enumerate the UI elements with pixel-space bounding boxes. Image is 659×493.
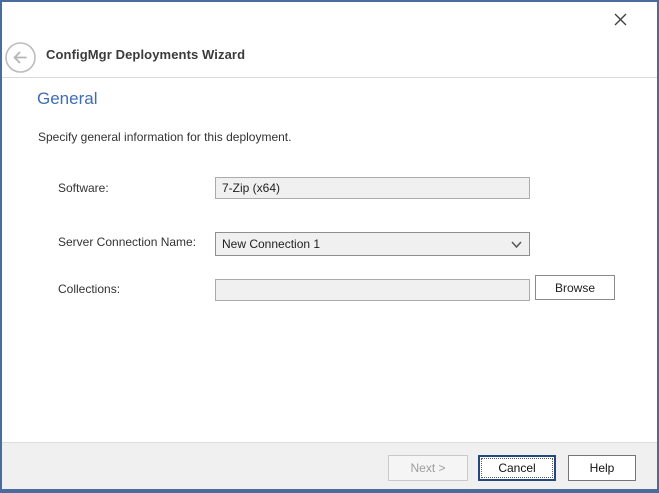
collections-input[interactable]: [215, 279, 530, 301]
collections-label: Collections:: [58, 282, 120, 296]
server-connection-selected-value: New Connection 1: [222, 237, 320, 251]
back-arrow-icon: [5, 42, 36, 73]
close-icon: [613, 12, 628, 27]
chevron-down-icon: [511, 240, 522, 249]
wizard-header: ConfigMgr Deployments Wizard: [2, 30, 657, 78]
wizard-window: ConfigMgr Deployments Wizard General Spe…: [0, 0, 659, 493]
page-content: General Specify general information for …: [2, 79, 657, 443]
page-heading: General: [37, 89, 97, 109]
browse-button[interactable]: Browse: [535, 275, 615, 300]
page-description: Specify general information for this dep…: [38, 130, 291, 144]
back-button[interactable]: [5, 42, 36, 73]
wizard-title: ConfigMgr Deployments Wizard: [46, 30, 245, 78]
title-bar: [2, 2, 657, 32]
help-button[interactable]: Help: [568, 455, 636, 481]
server-connection-label: Server Connection Name:: [58, 235, 196, 249]
server-connection-select[interactable]: New Connection 1: [215, 232, 530, 256]
close-button[interactable]: [605, 6, 635, 32]
cancel-button[interactable]: Cancel: [478, 455, 556, 481]
software-input[interactable]: [215, 177, 530, 199]
software-label: Software:: [58, 181, 109, 195]
footer-bar: Next > Cancel Help: [2, 442, 657, 489]
next-button[interactable]: Next >: [388, 455, 468, 481]
